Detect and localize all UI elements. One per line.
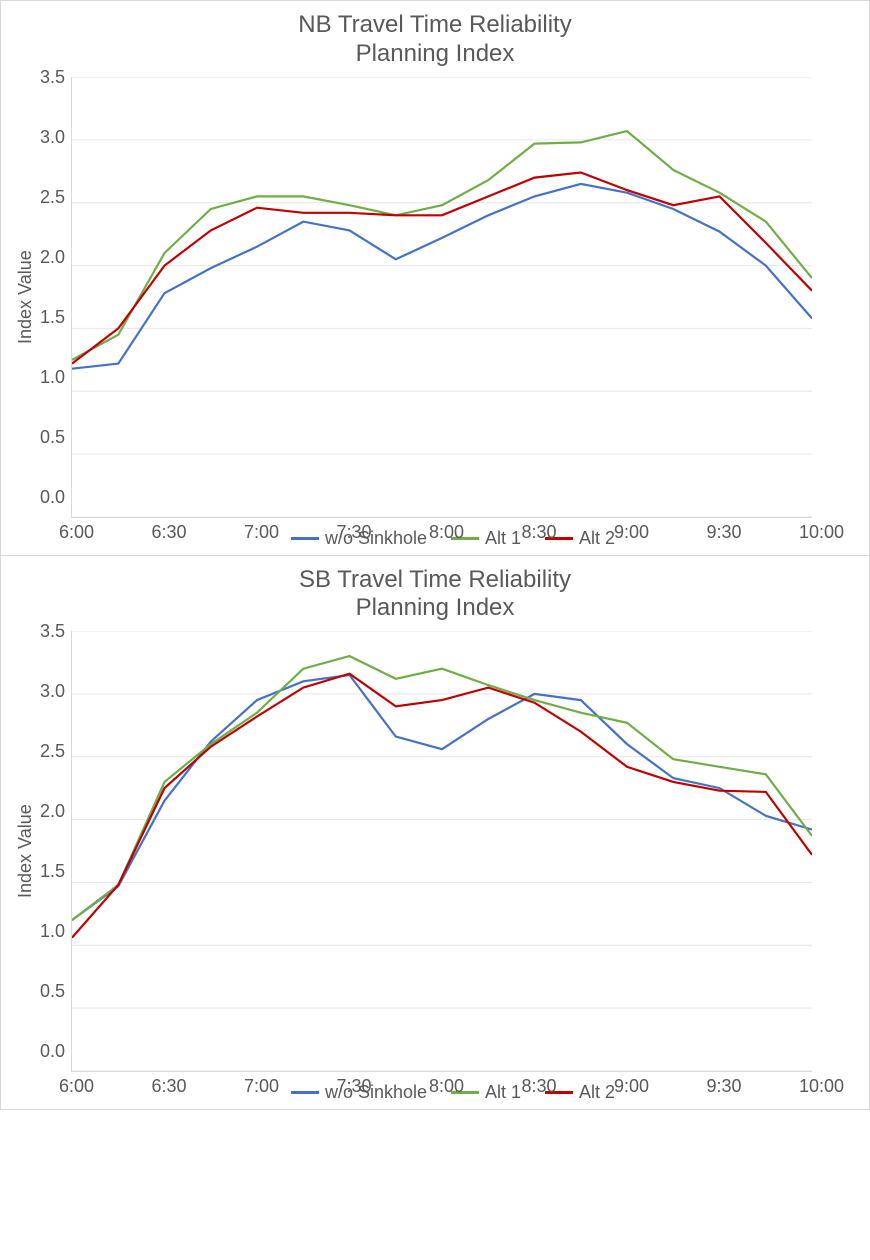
y-tick-label: 3.5 bbox=[40, 621, 65, 641]
series-line bbox=[72, 172, 812, 363]
series-line bbox=[72, 674, 812, 938]
legend-label: Alt 1 bbox=[485, 528, 521, 549]
plot-area bbox=[71, 77, 812, 518]
legend-label: Alt 1 bbox=[485, 1082, 521, 1103]
y-tick-label: 2.0 bbox=[40, 247, 65, 267]
y-tick-label: 0.0 bbox=[40, 487, 65, 507]
x-tick-label: 6:30 bbox=[152, 522, 187, 543]
legend-label: Alt 2 bbox=[579, 1082, 615, 1103]
x-tick-label: 7:00 bbox=[244, 1076, 279, 1097]
legend-label: Alt 2 bbox=[579, 528, 615, 549]
x-tick-label: 6:00 bbox=[59, 1076, 94, 1097]
y-tick-label: 0.0 bbox=[40, 1041, 65, 1061]
x-tick-label: 6:30 bbox=[152, 1076, 187, 1097]
x-tick-label: 7:30 bbox=[337, 522, 372, 543]
legend-swatch bbox=[291, 537, 319, 540]
x-tick-label: 9:00 bbox=[614, 522, 649, 543]
series-line bbox=[72, 131, 812, 360]
y-tick-label: 0.5 bbox=[40, 427, 65, 447]
chart-nb: NB Travel Time ReliabilityPlanning Index… bbox=[0, 0, 870, 556]
y-axis-label: Index Value bbox=[11, 631, 40, 1072]
y-axis-ticks: 3.5 3.0 2.5 2.0 1.5 1.0 0.5 0.0 bbox=[40, 621, 71, 1061]
plot-area bbox=[71, 631, 812, 1072]
x-tick-label: 8:30 bbox=[522, 1076, 557, 1097]
y-tick-label: 2.0 bbox=[40, 801, 65, 821]
y-tick-label: 2.5 bbox=[40, 741, 65, 761]
y-tick-label: 1.0 bbox=[40, 367, 65, 387]
series-line bbox=[72, 183, 812, 368]
chart-sb: SB Travel Time ReliabilityPlanning Index… bbox=[0, 556, 870, 1111]
chart-title: SB Travel Time ReliabilityPlanning Index bbox=[11, 566, 859, 624]
y-tick-label: 3.0 bbox=[40, 681, 65, 701]
x-tick-label: 8:00 bbox=[429, 522, 464, 543]
x-tick-label: 7:00 bbox=[244, 522, 279, 543]
y-tick-label: 3.0 bbox=[40, 127, 65, 147]
x-tick-label: 7:30 bbox=[337, 1076, 372, 1097]
x-tick-label: 10:00 bbox=[799, 1076, 844, 1097]
x-tick-label: 8:00 bbox=[429, 1076, 464, 1097]
y-axis-ticks: 3.5 3.0 2.5 2.0 1.5 1.0 0.5 0.0 bbox=[40, 67, 71, 507]
y-tick-label: 1.5 bbox=[40, 307, 65, 327]
y-tick-label: 1.0 bbox=[40, 921, 65, 941]
x-tick-label: 9:30 bbox=[707, 1076, 742, 1097]
x-tick-label: 8:30 bbox=[522, 522, 557, 543]
x-tick-label: 9:30 bbox=[707, 522, 742, 543]
y-tick-label: 2.5 bbox=[40, 187, 65, 207]
x-tick-label: 10:00 bbox=[799, 522, 844, 543]
y-axis-label: Index Value bbox=[11, 77, 40, 518]
series-line bbox=[72, 675, 812, 920]
legend-swatch bbox=[291, 1091, 319, 1094]
y-tick-label: 3.5 bbox=[40, 67, 65, 87]
y-tick-label: 0.5 bbox=[40, 981, 65, 1001]
chart-title: NB Travel Time ReliabilityPlanning Index bbox=[11, 11, 859, 69]
y-tick-label: 1.5 bbox=[40, 861, 65, 881]
x-tick-label: 9:00 bbox=[614, 1076, 649, 1097]
x-tick-label: 6:00 bbox=[59, 522, 94, 543]
